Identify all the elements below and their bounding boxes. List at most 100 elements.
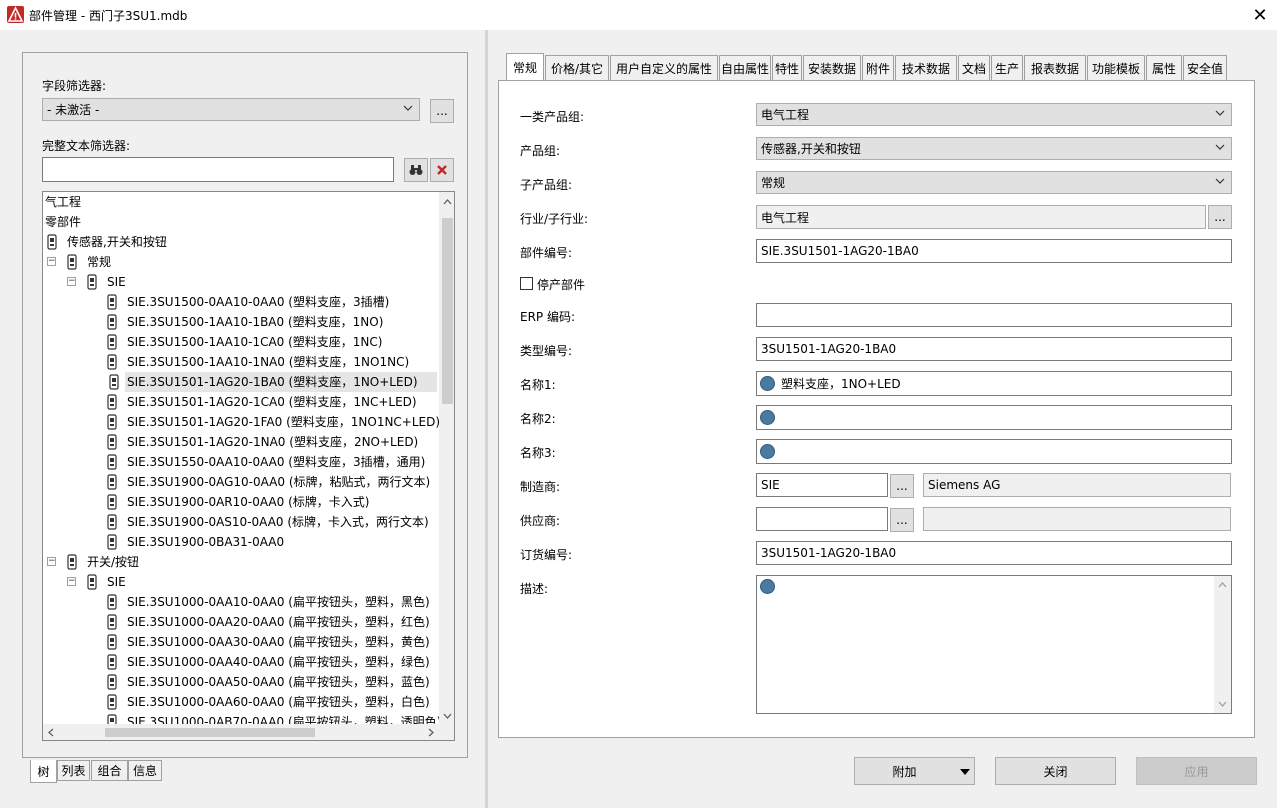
- panel-splitter[interactable]: [485, 30, 488, 808]
- supplier-code-input[interactable]: [756, 507, 888, 531]
- description-content: [760, 579, 781, 594]
- apply-button[interactable]: 应用: [1136, 757, 1257, 785]
- tree-row[interactable]: SIE.3SU1000-0AA10-0AA0 (扁平按钮头，塑料，黑色): [43, 592, 439, 612]
- product-group-select[interactable]: 电气工程: [756, 103, 1232, 126]
- manufacturer-code-input[interactable]: SIE: [756, 473, 888, 497]
- tab-property-11[interactable]: 功能模板: [1087, 55, 1145, 80]
- search-button[interactable]: [404, 158, 428, 182]
- tree-horizontal-scroll-thumb[interactable]: [105, 728, 315, 737]
- scroll-down-icon[interactable]: [1217, 699, 1228, 709]
- globe-icon[interactable]: [760, 444, 775, 459]
- tree-row[interactable]: SIE.3SU1000-0AA40-0AA0 (扁平按钮头，塑料，绿色): [43, 652, 439, 672]
- window-title: 部件管理 - 西门子3SU1.mdb: [29, 9, 188, 23]
- tab-property-6[interactable]: 附件: [862, 55, 894, 80]
- name2-input[interactable]: [756, 405, 1232, 430]
- supplier-more-button[interactable]: ...: [890, 508, 914, 532]
- tree-row[interactable]: SIE.3SU1900-0AS10-0AA0 (标牌，卡入式，两行文本): [43, 512, 439, 532]
- tab-property-5[interactable]: 安装数据: [803, 55, 861, 80]
- supplier-name-field: [923, 507, 1231, 531]
- extra-dropdown-button[interactable]: 附加: [854, 757, 975, 785]
- discontinued-checkbox[interactable]: [520, 277, 533, 290]
- name3-input[interactable]: [756, 439, 1232, 464]
- part-node-icon: [107, 474, 117, 490]
- tree-item-label: 常规: [87, 255, 112, 269]
- tree-row[interactable]: SIE.3SU1500-1AA10-1BA0 (塑料支座，1NO): [43, 312, 439, 332]
- type-number-input[interactable]: 3SU1501-1AG20-1BA0: [756, 337, 1232, 361]
- group-select[interactable]: 传感器,开关和按钮: [756, 137, 1232, 160]
- clear-filter-button[interactable]: [430, 158, 454, 182]
- tree-row[interactable]: − SIE: [43, 272, 439, 292]
- tree-item-label: SIE.3SU1000-0AA40-0AA0 (扁平按钮头，塑料，绿色): [127, 655, 430, 669]
- scroll-up-icon[interactable]: [442, 196, 453, 206]
- field-filter-select[interactable]: - 未激活 -: [42, 98, 420, 121]
- collapse-toggle-icon[interactable]: −: [67, 277, 76, 286]
- tree-row[interactable]: 气工程: [43, 192, 439, 212]
- close-button[interactable]: 关闭: [995, 757, 1116, 785]
- name1-input[interactable]: 塑料支座，1NO+LED: [756, 371, 1232, 396]
- parts-tree[interactable]: 气工程 零部件 传感器,开关和按钮 − 常规 − SIE SIE.3SU1500-0AA10-…: [42, 191, 455, 741]
- scroll-down-icon[interactable]: [442, 710, 453, 720]
- tree-row[interactable]: SIE.3SU1900-0AR10-0AA0 (标牌，卡入式): [43, 492, 439, 512]
- fulltext-filter-input[interactable]: [42, 157, 394, 182]
- erp-input[interactable]: [756, 303, 1232, 327]
- tab-property-10[interactable]: 报表数据: [1024, 55, 1086, 80]
- tree-row[interactable]: 传感器,开关和按钮: [43, 232, 439, 252]
- globe-icon[interactable]: [760, 376, 775, 391]
- tab-combo[interactable]: 组合: [91, 760, 128, 781]
- tree-row[interactable]: SIE.3SU1500-1AA10-1NA0 (塑料支座，1NO1NC): [43, 352, 439, 372]
- description-scrollbar[interactable]: [1214, 576, 1231, 713]
- collapse-toggle-icon[interactable]: −: [47, 557, 56, 566]
- binoculars-icon: [409, 165, 423, 175]
- tab-property-2[interactable]: 用户自定义的属性: [610, 55, 718, 80]
- tab-property-9[interactable]: 生产: [991, 55, 1023, 80]
- tree-row[interactable]: 零部件: [43, 212, 439, 232]
- tree-row[interactable]: SIE.3SU1000-0AA60-0AA0 (扁平按钮头，塑料，白色): [43, 692, 439, 712]
- tree-row-selected[interactable]: SIE.3SU1501-1AG20-1BA0 (塑料支座，1NO+LED): [109, 372, 437, 392]
- tree-row[interactable]: SIE.3SU1900-0AG10-0AA0 (标牌，粘贴式，两行文本): [43, 472, 439, 492]
- window-close-button[interactable]: ✕: [1243, 0, 1277, 30]
- part-node-icon: [67, 554, 77, 570]
- order-number-input[interactable]: 3SU1501-1AG20-1BA0: [756, 541, 1232, 565]
- tab-property-12[interactable]: 属性: [1146, 55, 1182, 80]
- tree-row[interactable]: SIE.3SU1500-0AA10-0AA0 (塑料支座，3插槽): [43, 292, 439, 312]
- tab-property-7[interactable]: 技术数据: [895, 55, 957, 80]
- property-tabs: 常规 价格/其它 用户自定义的属性 自由属性 特性 安装数据 附件 技术数据 文档 生产 报表数据功…: [506, 53, 1248, 80]
- tab-tree[interactable]: 树: [30, 760, 57, 783]
- globe-icon[interactable]: [760, 410, 775, 425]
- subgroup-select[interactable]: 常规: [756, 171, 1232, 194]
- description-textarea[interactable]: [756, 575, 1232, 714]
- field-filter-more-button[interactable]: ...: [430, 99, 454, 123]
- tree-row[interactable]: SIE.3SU1501-1AG20-1FA0 (塑料支座，1NO1NC+LED): [43, 412, 440, 432]
- tree-row[interactable]: SIE.3SU1501-1AG20-1NA0 (塑料支座，2NO+LED): [43, 432, 439, 452]
- tab-property-8[interactable]: 文档: [958, 55, 990, 80]
- part-node-icon: [107, 494, 117, 510]
- manufacturer-more-button[interactable]: ...: [890, 474, 914, 498]
- tree-row[interactable]: SIE.3SU1550-0AA10-0AA0 (塑料支座，3插槽，通用): [43, 452, 439, 472]
- tree-row[interactable]: SIE.3SU1501-1AG20-1CA0 (塑料支座，1NC+LED): [43, 392, 439, 412]
- scroll-left-icon[interactable]: [46, 727, 56, 738]
- part-number-input[interactable]: SIE.3SU1501-1AG20-1BA0: [756, 239, 1232, 263]
- tree-item-label: SIE: [107, 575, 126, 589]
- scroll-up-icon[interactable]: [1217, 580, 1228, 590]
- tree-row[interactable]: − 开关/按钮: [43, 552, 439, 572]
- collapse-toggle-icon[interactable]: −: [47, 257, 56, 266]
- tab-info[interactable]: 信息: [128, 760, 162, 781]
- tree-row[interactable]: SIE.3SU1900-0BA31-0AA0: [43, 532, 439, 552]
- collapse-toggle-icon[interactable]: −: [67, 577, 76, 586]
- tab-property-1[interactable]: 价格/其它: [545, 55, 609, 80]
- tree-row[interactable]: SIE.3SU1000-0AA30-0AA0 (扁平按钮头，塑料，黄色): [43, 632, 439, 652]
- tab-property-4[interactable]: 特性: [772, 55, 802, 80]
- tree-row[interactable]: SIE.3SU1500-1AA10-1CA0 (塑料支座，1NC): [43, 332, 439, 352]
- tree-vertical-scroll-thumb[interactable]: [442, 218, 453, 404]
- tree-row[interactable]: SIE.3SU1000-0AA20-0AA0 (扁平按钮头，塑料，红色): [43, 612, 439, 632]
- tree-row[interactable]: − SIE: [43, 572, 439, 592]
- scroll-right-icon[interactable]: [426, 727, 436, 738]
- globe-icon[interactable]: [760, 579, 775, 594]
- industry-more-button[interactable]: ...: [1208, 205, 1232, 229]
- tree-row[interactable]: SIE.3SU1000-0AA50-0AA0 (扁平按钮头，塑料，蓝色): [43, 672, 439, 692]
- tab-property-3[interactable]: 自由属性: [719, 55, 771, 80]
- tab-list[interactable]: 列表: [57, 760, 90, 781]
- tree-row[interactable]: − 常规: [43, 252, 439, 272]
- tab-property-13[interactable]: 安全值: [1183, 55, 1227, 80]
- tab-property-0[interactable]: 常规: [506, 53, 544, 80]
